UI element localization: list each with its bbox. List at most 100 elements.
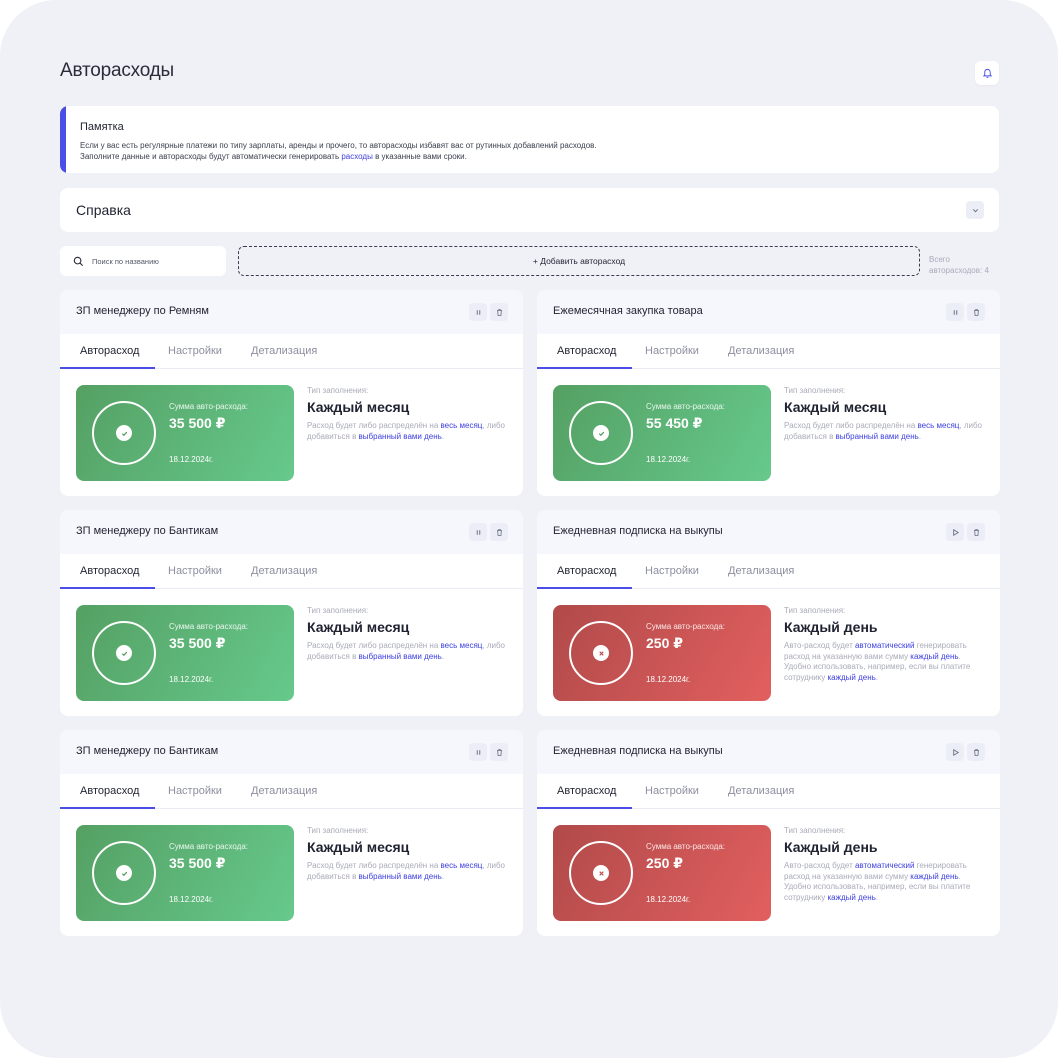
- delete-button[interactable]: [967, 303, 985, 321]
- fill-type-value: Каждый день: [784, 619, 878, 635]
- description-link[interactable]: автоматический: [855, 861, 915, 870]
- pause-icon: [476, 749, 480, 755]
- check-icon: [121, 431, 127, 436]
- tab-autoexpense[interactable]: Авторасход: [80, 345, 139, 357]
- delete-button[interactable]: [490, 743, 508, 761]
- notifications-button[interactable]: [975, 61, 999, 85]
- tab-autoexpense[interactable]: Авторасход: [557, 785, 616, 797]
- fill-type-description: Расход будет либо распределён на весь ме…: [307, 641, 507, 662]
- description-link[interactable]: весь месяц: [918, 421, 960, 430]
- sum-date: 18.12.2024г.: [169, 895, 214, 904]
- search-icon: [73, 256, 84, 266]
- tab-details[interactable]: Детализация: [251, 345, 317, 357]
- description-text: Авто-расход будет: [784, 641, 855, 650]
- active-tab-indicator: [60, 367, 155, 369]
- sum-label: Сумма авто-расхода:: [169, 622, 248, 631]
- status-indicator: [593, 865, 609, 881]
- description-link[interactable]: выбранный вами день: [359, 652, 442, 661]
- sum-value: 35 500 ₽: [169, 855, 226, 871]
- tab-autoexpense[interactable]: Авторасход: [557, 345, 616, 357]
- description-link[interactable]: каждый день: [828, 893, 876, 902]
- fill-type-description: Расход будет либо распределён на весь ме…: [307, 861, 507, 882]
- description-text: .: [441, 651, 445, 661]
- tab-details[interactable]: Детализация: [728, 565, 794, 577]
- tab-settings[interactable]: Настройки: [168, 345, 222, 357]
- tab-details[interactable]: Детализация: [251, 785, 317, 797]
- help-expand-button[interactable]: [966, 201, 984, 219]
- sum-label: Сумма авто-расхода:: [646, 622, 725, 631]
- active-tab-indicator: [537, 807, 632, 809]
- sum-value: 250 ₽: [646, 635, 683, 651]
- sum-date: 18.12.2024г.: [646, 675, 691, 684]
- fill-type-value: Каждый месяц: [307, 619, 410, 635]
- play-icon: [952, 748, 959, 756]
- description-text: Расход будет либо распределён на: [307, 421, 441, 430]
- description-link[interactable]: каждый день: [910, 872, 958, 881]
- memo-text-after: в указанные вами сроки.: [372, 152, 467, 161]
- description-link[interactable]: выбранный вами день: [359, 432, 442, 441]
- search-box[interactable]: [60, 246, 226, 276]
- tab-settings[interactable]: Настройки: [168, 785, 222, 797]
- autoexpense-card: Ежедневная подписка на выкупы Авторасход Н…: [537, 730, 1000, 936]
- description-text: .: [441, 431, 445, 441]
- tab-autoexpense[interactable]: Авторасход: [557, 565, 616, 577]
- card-title: Ежемесячная закупка товара: [553, 305, 703, 317]
- delete-button[interactable]: [967, 743, 985, 761]
- memo-accent-bar: [60, 106, 66, 173]
- tab-settings[interactable]: Настройки: [168, 565, 222, 577]
- description-link[interactable]: весь месяц: [441, 641, 483, 650]
- active-tab-indicator: [537, 587, 632, 589]
- search-input[interactable]: [92, 256, 212, 266]
- autoexpense-card: Ежемесячная закупка товара Авторасход Наст…: [537, 290, 1000, 496]
- memo-link-expenses[interactable]: расходы: [341, 152, 373, 161]
- app-frame: Авторасходы Памятка Если у вас есть регу…: [0, 0, 1058, 1058]
- tab-autoexpense[interactable]: Авторасход: [80, 565, 139, 577]
- description-link[interactable]: автоматический: [855, 641, 915, 650]
- description-link[interactable]: выбранный вами день: [359, 872, 442, 881]
- description-text: Расход будет либо распределён на: [784, 421, 918, 430]
- sum-value: 250 ₽: [646, 855, 683, 871]
- card-tabs: Авторасход Настройки Детализация: [60, 334, 523, 369]
- resume-button[interactable]: [946, 743, 964, 761]
- delete-button[interactable]: [490, 523, 508, 541]
- card-title: ЗП менеджеру по Бантикам: [76, 745, 219, 757]
- description-link[interactable]: весь месяц: [441, 861, 483, 870]
- pause-button[interactable]: [469, 303, 487, 321]
- tab-details[interactable]: Детализация: [728, 785, 794, 797]
- amount-panel: Сумма авто-расхода: 55 450 ₽ 18.12.2024г.: [553, 385, 771, 481]
- amount-panel: Сумма авто-расхода: 250 ₽ 18.12.2024г.: [553, 605, 771, 701]
- card-header: Ежедневная подписка на выкупы: [537, 730, 1000, 774]
- fill-type-label: Тип заполнения:: [307, 606, 369, 615]
- tab-settings[interactable]: Настройки: [645, 345, 699, 357]
- pause-button[interactable]: [469, 743, 487, 761]
- trash-icon: [973, 748, 979, 756]
- card-tabs: Авторасход Настройки Детализация: [537, 774, 1000, 809]
- sum-value: 35 500 ₽: [169, 415, 226, 431]
- delete-button[interactable]: [967, 523, 985, 541]
- fill-type-description: Расход будет либо распределён на весь ме…: [307, 421, 507, 442]
- fill-type-description: Расход будет либо распределён на весь ме…: [784, 421, 984, 442]
- tab-autoexpense[interactable]: Авторасход: [80, 785, 139, 797]
- status-indicator: [593, 425, 609, 441]
- tab-settings[interactable]: Настройки: [645, 785, 699, 797]
- sum-date: 18.12.2024г.: [646, 455, 691, 464]
- description-link[interactable]: весь месяц: [441, 421, 483, 430]
- active-tab-indicator: [60, 807, 155, 809]
- resume-button[interactable]: [946, 523, 964, 541]
- description-link[interactable]: каждый день: [910, 652, 958, 661]
- pause-button[interactable]: [946, 303, 964, 321]
- amount-panel: Сумма авто-расхода: 250 ₽ 18.12.2024г.: [553, 825, 771, 921]
- card-header: Ежедневная подписка на выкупы: [537, 510, 1000, 554]
- check-icon: [121, 651, 127, 656]
- description-link[interactable]: выбранный вами день: [836, 432, 919, 441]
- check-icon: [598, 431, 604, 436]
- tab-details[interactable]: Детализация: [251, 565, 317, 577]
- tab-settings[interactable]: Настройки: [645, 565, 699, 577]
- add-autoexpense-button[interactable]: + Добавить авторасход: [238, 246, 920, 276]
- page-title: Авторасходы: [60, 60, 175, 81]
- description-link[interactable]: каждый день: [828, 673, 876, 682]
- help-panel[interactable]: Справка: [60, 188, 999, 232]
- pause-button[interactable]: [469, 523, 487, 541]
- tab-details[interactable]: Детализация: [728, 345, 794, 357]
- delete-button[interactable]: [490, 303, 508, 321]
